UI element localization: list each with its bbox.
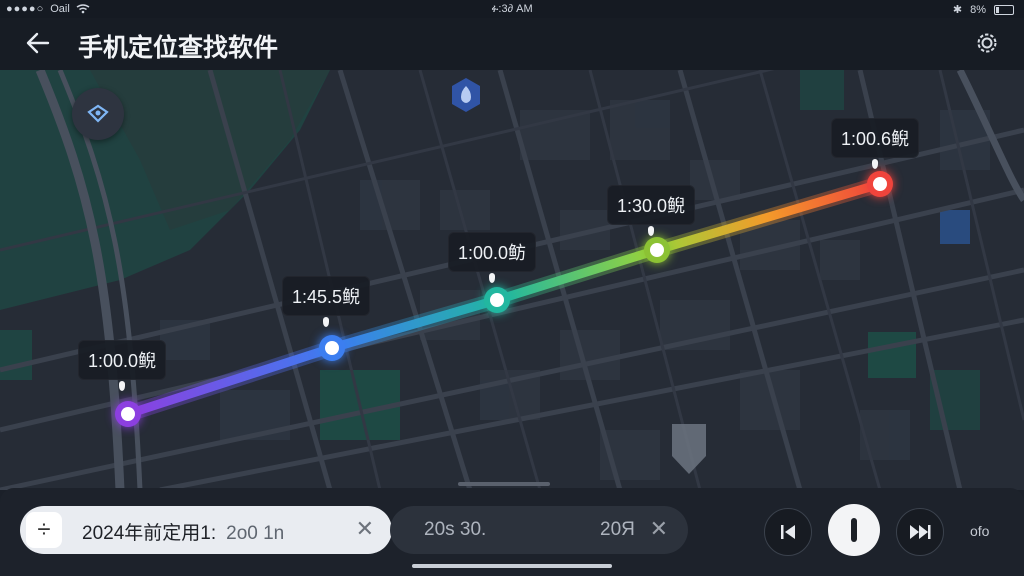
play-pause-button[interactable]: [828, 504, 880, 556]
route-label-3[interactable]: 1:00.0鲂: [448, 232, 537, 272]
clear-search-button[interactable]: ✕: [356, 516, 374, 542]
battery-icon: [994, 4, 1014, 15]
status-bar: ●●●●○ Oail ፉ:3∂ AM ✱ 8%: [0, 0, 1024, 18]
app-header: 手机定位查找软件: [0, 18, 1024, 70]
route-label-1[interactable]: 1:00.0鲵: [78, 340, 167, 380]
route-label-5[interactable]: 1:00.6鲵: [831, 118, 920, 158]
search-pill[interactable]: ÷ 2024年前定用1: 2o0 1n ✕: [20, 506, 392, 554]
back-arrow-icon: [26, 32, 50, 54]
more-options-label[interactable]: ofo: [970, 523, 989, 539]
route-point-1[interactable]: [115, 401, 141, 427]
drag-handle[interactable]: [458, 482, 550, 486]
search-secondary: 2o0 1n: [226, 523, 285, 544]
route-point-4[interactable]: [644, 237, 670, 263]
divide-button[interactable]: ÷: [26, 512, 62, 548]
status-right: ✱ 8%: [953, 3, 1014, 16]
skip-previous-icon: [781, 525, 795, 539]
route-point-5[interactable]: [867, 171, 893, 197]
back-button[interactable]: [22, 28, 54, 60]
home-indicator: [412, 564, 612, 568]
next-button[interactable]: [896, 508, 944, 556]
clear-range-button[interactable]: ✕: [650, 516, 668, 542]
pause-icon: [851, 518, 857, 542]
range-end-text: 20Я: [600, 519, 635, 540]
battery-percent: 8%: [970, 3, 986, 16]
map-view[interactable]: 1:00.0鲵 1:45.5鲵 1:00.0鲂 1:30.0鲵 1:00.6鲵: [0, 70, 1024, 490]
route-point-2[interactable]: [319, 335, 345, 361]
page-title: 手机定位查找软件: [78, 34, 279, 62]
route-label-4[interactable]: 1:30.0鲵: [607, 185, 696, 225]
navigation-arrow-icon: [672, 424, 706, 474]
search-primary: 2024年前定用1:: [82, 523, 217, 544]
route-point-3[interactable]: [484, 287, 510, 313]
search-text: 2024年前定用1: 2o0 1n: [82, 518, 284, 545]
status-time: ፉ:3∂ AM: [491, 3, 533, 15]
bluetooth-icon: ✱: [952, 4, 963, 16]
settings-button[interactable]: [972, 28, 1002, 58]
settings-gear-icon: [977, 33, 997, 53]
route-label-2[interactable]: 1:45.5鲵: [282, 276, 371, 316]
fast-forward-icon: [910, 525, 931, 539]
time-range-pill[interactable]: 20s 30. 20Я ✕: [390, 506, 688, 554]
bottom-panel: ÷ 2024年前定用1: 2o0 1n ✕ 20s 30. 20Я ✕ ofo: [0, 482, 1024, 576]
previous-button[interactable]: [764, 508, 812, 556]
range-start-text: 20s 30.: [424, 519, 487, 540]
